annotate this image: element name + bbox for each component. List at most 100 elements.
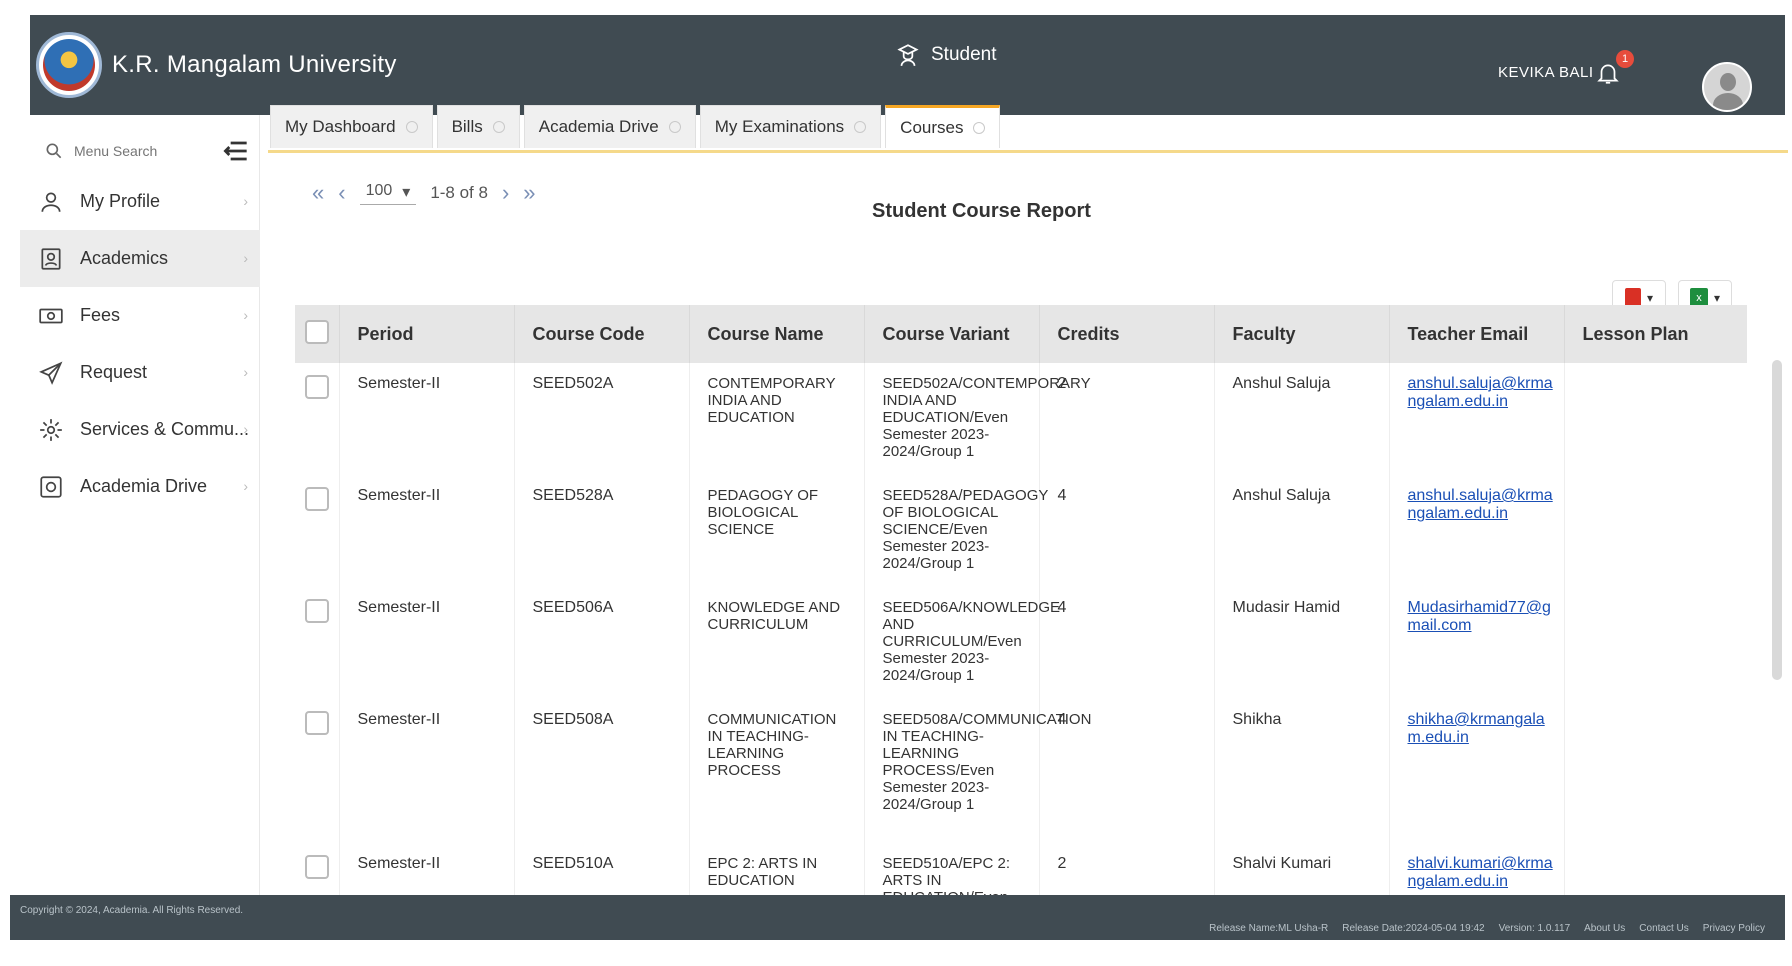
avatar[interactable] xyxy=(1702,62,1752,112)
app-name: K.R. Mangalam University xyxy=(112,51,397,78)
close-tab-icon[interactable] xyxy=(492,121,505,133)
column-header[interactable]: Course Code xyxy=(514,305,690,363)
teacher-email-link[interactable]: shalvi.kumari@krmangalam.edu.in xyxy=(1408,855,1553,890)
tab-my-dashboard[interactable]: My Dashboard xyxy=(270,105,433,148)
close-tab-icon[interactable] xyxy=(973,122,986,134)
course-variant-cell: SEED528A/PEDAGOGY OF BIOLOGICAL SCIENCE/… xyxy=(864,475,1048,587)
sidebar-item-services[interactable]: Services & Commu... › xyxy=(20,401,260,458)
sidebar-item-label: Academia Drive xyxy=(80,476,208,496)
row-select-cell xyxy=(295,475,340,587)
page-size-select[interactable]: 100 ▾ xyxy=(359,182,417,205)
table-row: Semester-II SEED528A PEDAGOGY OF BIOLOGI… xyxy=(295,475,1747,587)
tab-label: Courses xyxy=(900,118,964,137)
course-name-cell: PEDAGOGY OF BIOLOGICAL SCIENCE xyxy=(689,475,865,587)
row-select-cell xyxy=(295,363,340,475)
column-header[interactable]: Credits xyxy=(1039,305,1215,363)
column-header[interactable]: Period xyxy=(339,305,515,363)
search-icon xyxy=(46,143,62,159)
sidebar-item-label: My Profile xyxy=(80,191,161,211)
tab-label: My Examinations xyxy=(714,117,845,136)
lesson-plan-cell xyxy=(1564,475,1747,587)
period-cell: Semester-II xyxy=(339,587,515,699)
row-checkbox[interactable] xyxy=(305,487,329,511)
tab-label: Academia Drive xyxy=(538,117,659,136)
university-logo xyxy=(36,32,102,98)
sidebar-item-label: Academics xyxy=(80,248,169,268)
close-tab-icon[interactable] xyxy=(668,121,681,133)
teacher-email-link[interactable]: shikha@krmangalam.edu.in xyxy=(1408,711,1545,746)
close-tab-icon[interactable] xyxy=(405,121,418,133)
student-icon xyxy=(897,44,919,66)
collapse-menu-icon[interactable] xyxy=(220,135,252,167)
credits-cell: 4 xyxy=(1039,699,1215,843)
tab-my-examinations[interactable]: My Examinations xyxy=(699,105,882,148)
column-header[interactable]: Faculty xyxy=(1214,305,1390,363)
chevron-right-icon: › xyxy=(243,193,248,209)
row-checkbox[interactable] xyxy=(305,855,329,879)
sidebar-item-request[interactable]: Request › xyxy=(20,344,260,401)
faculty-cell: Anshul Saluja xyxy=(1214,475,1390,587)
table-row: Semester-II SEED508A COMMUNICATION IN TE… xyxy=(295,699,1747,843)
teacher-email-link[interactable]: anshul.saluja@krmangalam.edu.in xyxy=(1408,375,1553,410)
version: Version: 1.0.117 xyxy=(1498,923,1571,934)
column-header[interactable]: Teacher Email xyxy=(1389,305,1565,363)
tab-bills[interactable]: Bills xyxy=(436,105,520,148)
course-code-cell: SEED506A xyxy=(514,587,690,699)
footer: Copyright © 2024, Academia. All Rights R… xyxy=(10,895,1785,940)
row-checkbox[interactable] xyxy=(305,599,329,623)
academics-icon xyxy=(41,247,61,270)
faculty-cell: Anshul Saluja xyxy=(1214,363,1390,475)
sidebar-item-my-profile[interactable]: My Profile › xyxy=(20,173,260,230)
period-cell: Semester-II xyxy=(339,699,515,843)
sidebar-item-academia-drive[interactable]: Academia Drive › xyxy=(20,458,260,515)
caret-down-icon: ▾ xyxy=(1713,291,1721,305)
next-page-icon[interactable]: › xyxy=(502,180,509,206)
contact-link[interactable]: Contact Us xyxy=(1639,923,1688,934)
course-name-cell: CONTEMPORARY INDIA AND EDUCATION xyxy=(689,363,865,475)
row-checkbox[interactable] xyxy=(305,711,329,735)
copyright-text: Copyright © 2024, Academia. All Rights R… xyxy=(20,905,244,916)
tab-courses[interactable]: Courses xyxy=(885,105,1001,148)
lesson-plan-cell xyxy=(1564,699,1747,843)
last-page-icon[interactable]: » xyxy=(523,180,535,206)
role-indicator: Student xyxy=(895,42,997,68)
menu-search[interactable] xyxy=(34,130,209,172)
chevron-right-icon: › xyxy=(243,421,248,437)
teacher-email-link[interactable]: anshul.saluja@krmangalam.edu.in xyxy=(1408,487,1553,522)
table-row: Semester-II SEED502A CONTEMPORARY INDIA … xyxy=(295,363,1747,475)
chevron-right-icon: › xyxy=(243,307,248,323)
privacy-link[interactable]: Privacy Policy xyxy=(1703,923,1765,934)
period-cell: Semester-II xyxy=(339,475,515,587)
course-variant-cell: SEED508A/COMMUNICATION IN TEACHING-LEARN… xyxy=(864,699,1091,843)
teacher-email-link[interactable]: Mudasirhamid77@gmail.com xyxy=(1408,599,1551,634)
notification-badge[interactable]: 1 xyxy=(1616,50,1634,68)
sidebar-item-fees[interactable]: Fees › xyxy=(20,287,260,344)
first-page-icon[interactable]: « xyxy=(312,180,324,206)
about-link[interactable]: About Us xyxy=(1584,923,1625,934)
credits-cell: 2 xyxy=(1039,363,1215,475)
tab-underline xyxy=(268,150,1788,153)
course-name-cell: COMMUNICATION IN TEACHING-LEARNING PROCE… xyxy=(689,699,865,843)
column-header[interactable]: Course Name xyxy=(689,305,865,363)
select-all-checkbox[interactable] xyxy=(305,319,329,344)
sidebar-item-academics[interactable]: Academics › xyxy=(20,230,260,287)
row-select-cell xyxy=(295,699,340,843)
row-checkbox[interactable] xyxy=(305,375,329,399)
teacher-email-cell: anshul.saluja@krmangalam.edu.in xyxy=(1389,475,1565,587)
period-cell: Semester-II xyxy=(339,363,515,475)
column-header[interactable]: Lesson Plan xyxy=(1564,305,1747,363)
sidebar: My Profile › Academics › Fees › Request … xyxy=(20,115,260,895)
column-header[interactable]: Course Variant xyxy=(864,305,1040,363)
teacher-email-cell: shikha@krmangalam.edu.in xyxy=(1389,699,1565,843)
table-scrollbar[interactable] xyxy=(1772,360,1782,680)
credits-cell: 4 xyxy=(1039,475,1215,587)
user-name[interactable]: KEVIKA BALI xyxy=(1498,64,1594,81)
menu-search-input[interactable] xyxy=(74,143,194,159)
sidebar-nav: My Profile › Academics › Fees › Request … xyxy=(20,173,260,515)
tab-label: My Dashboard xyxy=(285,117,396,136)
close-tab-icon[interactable] xyxy=(854,121,867,133)
tab-academia-drive[interactable]: Academia Drive xyxy=(523,105,696,148)
tab-bar: My Dashboard Bills Academia Drive My Exa… xyxy=(270,105,1001,150)
prev-page-icon[interactable]: ‹ xyxy=(338,180,345,206)
course-code-cell: SEED528A xyxy=(514,475,690,587)
